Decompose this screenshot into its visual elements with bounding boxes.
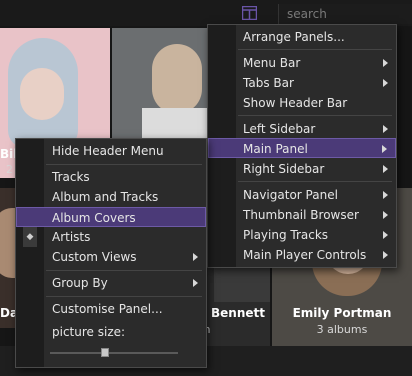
- menu-item-label: Navigator Panel: [243, 188, 338, 202]
- menu-separator: [238, 115, 392, 116]
- menu-item-hide-header-menu[interactable]: Hide Header Menu: [16, 141, 206, 161]
- menu-item-label: Artists: [52, 230, 91, 244]
- menu-item-label: Album and Tracks: [52, 190, 159, 204]
- menu-item-artists[interactable]: ◆ Artists: [16, 227, 206, 247]
- menu-item-left-sidebar[interactable]: Left Sidebar: [208, 119, 396, 139]
- submenu-arrow-icon: [193, 279, 198, 287]
- submenu-arrow-icon: [383, 231, 388, 239]
- menu-item-label: Show Header Bar: [243, 96, 348, 110]
- submenu-arrow-icon: [382, 145, 387, 153]
- menu-item-arrange-panels[interactable]: Arrange Panels...: [208, 27, 396, 47]
- menu-item-label: Album Covers: [52, 211, 136, 225]
- panel-context-menu: Hide Header Menu Tracks Album and Tracks…: [15, 138, 207, 368]
- artist-name: Bennett: [211, 306, 265, 320]
- menu-item-label: Group By: [52, 276, 108, 290]
- menu-item-navigator-panel[interactable]: Navigator Panel: [208, 185, 396, 205]
- submenu-arrow-icon: [383, 165, 388, 173]
- picture-size-slider-track[interactable]: [50, 352, 178, 354]
- menu-item-album-and-tracks[interactable]: Album and Tracks: [16, 187, 206, 207]
- submenu-arrow-icon: [383, 79, 388, 87]
- menu-item-menu-bar[interactable]: Menu Bar: [208, 53, 396, 73]
- menu-item-group-by[interactable]: Group By: [16, 273, 206, 293]
- menu-item-main-player-controls[interactable]: Main Player Controls: [208, 245, 396, 265]
- menu-item-label: Arrange Panels...: [243, 30, 345, 44]
- menu-item-label: Customise Panel...: [52, 302, 163, 316]
- menu-item-show-header-bar[interactable]: Show Header Bar: [208, 93, 396, 113]
- menu-item-thumbnail-browser[interactable]: Thumbnail Browser: [208, 205, 396, 225]
- picture-size-slider-thumb[interactable]: [101, 348, 109, 357]
- panel-layout-icon[interactable]: [242, 6, 257, 20]
- menu-item-label: Tracks: [52, 170, 90, 184]
- view-menu: Arrange Panels... Menu Bar Tabs Bar Show…: [207, 24, 397, 268]
- menu-item-label: Playing Tracks: [243, 228, 329, 242]
- search-input[interactable]: search: [278, 4, 412, 24]
- menu-item-playing-tracks[interactable]: Playing Tracks: [208, 225, 396, 245]
- submenu-arrow-icon: [383, 251, 388, 259]
- picture-size-label: picture size:: [16, 322, 206, 342]
- menu-separator: [238, 49, 392, 50]
- menu-item-custom-views[interactable]: Custom Views: [16, 247, 206, 267]
- menu-item-label: Thumbnail Browser: [243, 208, 359, 222]
- submenu-arrow-icon: [383, 211, 388, 219]
- submenu-arrow-icon: [383, 125, 388, 133]
- menu-item-tracks[interactable]: Tracks: [16, 167, 206, 187]
- menu-item-label: Main Player Controls: [243, 248, 367, 262]
- menu-separator: [238, 181, 392, 182]
- menu-separator: [46, 296, 202, 297]
- artist-album-count: 3 albums: [316, 323, 368, 336]
- menu-item-label: Custom Views: [52, 250, 137, 264]
- menu-item-tabs-bar[interactable]: Tabs Bar: [208, 73, 396, 93]
- menu-item-label: Left Sidebar: [243, 122, 316, 136]
- menu-item-right-sidebar[interactable]: Right Sidebar: [208, 159, 396, 179]
- menu-separator: [46, 164, 202, 165]
- menu-item-customise-panel[interactable]: Customise Panel...: [16, 299, 206, 319]
- menu-item-main-panel[interactable]: Main Panel: [208, 138, 396, 158]
- menu-item-label: Hide Header Menu: [52, 144, 164, 158]
- top-bar: search: [0, 0, 412, 26]
- menu-separator: [46, 270, 202, 271]
- artist-name: Emily Portman: [292, 306, 392, 320]
- menu-item-label: Tabs Bar: [243, 76, 294, 90]
- menu-item-album-covers[interactable]: Album Covers: [16, 207, 206, 227]
- menu-item-label: Main Panel: [243, 142, 308, 156]
- menu-item-label: Right Sidebar: [243, 162, 325, 176]
- submenu-arrow-icon: [383, 191, 388, 199]
- submenu-arrow-icon: [383, 59, 388, 67]
- checked-diamond-icon: ◆: [23, 227, 37, 247]
- menu-item-label: Menu Bar: [243, 56, 301, 70]
- submenu-arrow-icon: [193, 253, 198, 261]
- menu-item-label: picture size:: [52, 325, 126, 339]
